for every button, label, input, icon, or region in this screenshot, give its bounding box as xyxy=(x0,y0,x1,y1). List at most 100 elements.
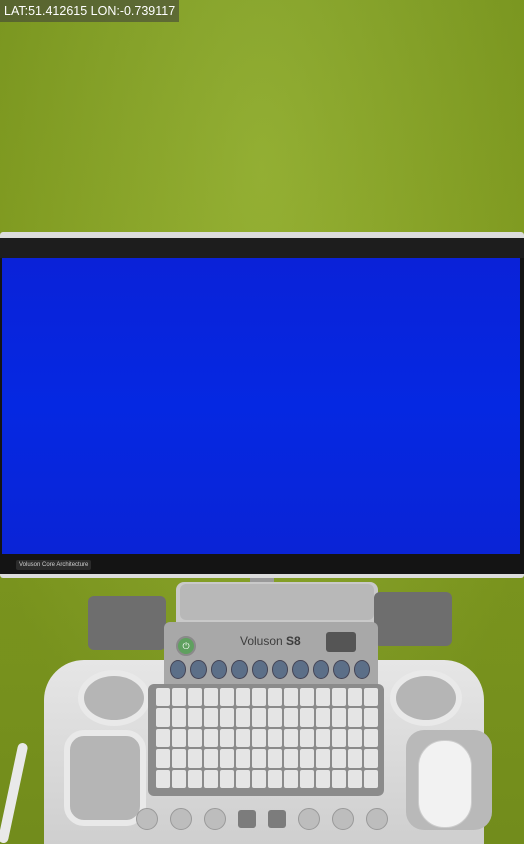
keyboard-key xyxy=(332,728,346,748)
keyboard-key xyxy=(172,769,186,788)
keyboard-key xyxy=(236,708,250,727)
brand-logo: Voluson S8 xyxy=(240,634,301,648)
mini-display xyxy=(326,632,356,652)
brand-name: Voluson xyxy=(240,634,283,648)
function-key xyxy=(272,660,289,679)
keyboard-key xyxy=(332,769,346,788)
keyboard-key xyxy=(284,769,298,788)
keyboard-key xyxy=(284,688,298,707)
blue-screen xyxy=(2,258,520,554)
panel-hood xyxy=(180,584,374,620)
keyboard-key xyxy=(364,688,378,707)
keyboard-key xyxy=(332,688,346,707)
monitor-top-bezel xyxy=(0,238,524,258)
speaker-left xyxy=(88,596,166,650)
keyboard-key xyxy=(236,769,250,788)
keyboard-key xyxy=(236,728,250,748)
keyboard-key xyxy=(220,749,234,768)
keyboard-key xyxy=(348,769,362,788)
monitor: Voluson Core Architecture xyxy=(0,238,524,574)
keyboard-key xyxy=(268,708,282,727)
keyboard-key xyxy=(204,749,218,768)
keyboard-key xyxy=(284,749,298,768)
keyboard-key xyxy=(348,728,362,748)
function-key-row xyxy=(170,660,371,680)
keyboard-key xyxy=(284,728,298,748)
keyboard-key xyxy=(252,708,266,727)
function-key xyxy=(312,660,330,679)
brand-model: S8 xyxy=(286,634,301,648)
probe-cup-left xyxy=(64,730,146,826)
keyboard-key xyxy=(316,688,330,707)
keyboard-key xyxy=(284,708,298,727)
keyboard-key xyxy=(316,708,330,727)
function-key xyxy=(353,660,371,679)
square-button xyxy=(268,810,286,828)
keyboard-key xyxy=(220,769,234,788)
knob xyxy=(366,808,388,830)
function-key xyxy=(292,660,309,679)
keyboard-key xyxy=(204,728,218,748)
keyboard-key xyxy=(348,688,362,707)
keyboard-key xyxy=(188,749,202,768)
function-key xyxy=(210,660,228,679)
keyboard-key xyxy=(348,708,362,727)
keyboard-key xyxy=(252,769,266,788)
function-key xyxy=(170,660,187,679)
keyboard-key xyxy=(172,728,186,748)
function-key xyxy=(231,660,248,679)
keyboard-key xyxy=(268,728,282,748)
keyboard-key xyxy=(172,749,186,768)
square-button xyxy=(238,810,256,828)
keyboard-key xyxy=(268,749,282,768)
keyboard-key xyxy=(300,769,314,788)
keyboard-key xyxy=(156,769,170,788)
keyboard-key xyxy=(364,769,378,788)
keyboard-key xyxy=(236,688,250,707)
speaker-right xyxy=(374,592,452,646)
function-key xyxy=(251,660,269,679)
keyboard-key xyxy=(300,708,314,727)
knob xyxy=(170,808,192,830)
keyboard-key xyxy=(220,708,234,727)
keyboard-key xyxy=(188,708,202,727)
keyboard-key xyxy=(348,749,362,768)
function-key xyxy=(333,660,350,679)
keyboard-key xyxy=(204,769,218,788)
keyboard-key xyxy=(220,688,234,707)
knob xyxy=(298,808,320,830)
keyboard-key xyxy=(188,769,202,788)
keyboard-key xyxy=(172,708,186,727)
keyboard-key xyxy=(316,728,330,748)
keyboard-key xyxy=(156,708,170,727)
keyboard-key xyxy=(252,688,266,707)
knob xyxy=(204,808,226,830)
control-knobs xyxy=(136,804,406,834)
keyboard-key xyxy=(252,728,266,748)
keyboard-key xyxy=(156,749,170,768)
knob xyxy=(332,808,354,830)
keyboard-key xyxy=(188,688,202,707)
probe-cable xyxy=(0,742,29,844)
ultrasound-console: ⏻ Voluson S8 xyxy=(0,578,524,844)
trackball-mouse xyxy=(418,740,472,828)
keyboard-key xyxy=(364,749,378,768)
keyboard-key xyxy=(364,708,378,727)
keyboard-key xyxy=(300,728,314,748)
function-key xyxy=(190,660,207,679)
keyboard-key xyxy=(188,728,202,748)
gel-holder-left xyxy=(78,670,150,726)
bezel-label: Voluson Core Architecture xyxy=(16,560,92,570)
keyboard-key xyxy=(204,688,218,707)
keyboard-key xyxy=(268,769,282,788)
keyboard-key xyxy=(236,749,250,768)
keyboard-key xyxy=(204,708,218,727)
keyboard-key xyxy=(332,749,346,768)
gps-overlay: LAT:51.412615 LON:-0.739117 xyxy=(0,0,180,22)
keyboard-key xyxy=(268,688,282,707)
keyboard-key xyxy=(156,688,170,707)
keyboard-key xyxy=(364,728,378,748)
keyboard-key xyxy=(156,728,170,748)
keyboard-key xyxy=(316,749,330,768)
keyboard-keys xyxy=(156,688,378,788)
